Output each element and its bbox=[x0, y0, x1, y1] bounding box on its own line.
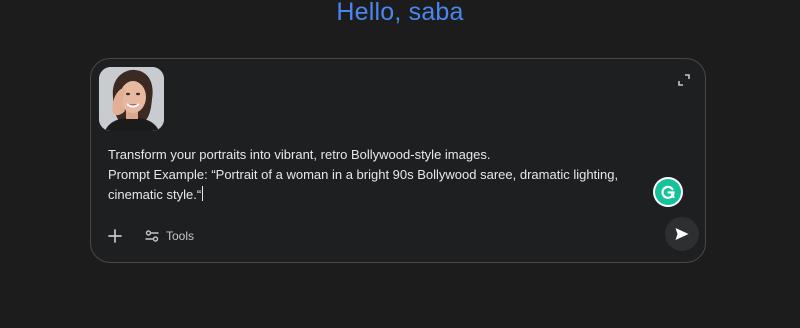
prompt-input[interactable]: Transform your portraits into vibrant, r… bbox=[108, 145, 648, 205]
tools-sliders-icon bbox=[145, 230, 159, 242]
tools-label: Tools bbox=[166, 229, 195, 243]
prompt-composer[interactable]: Transform your portraits into vibrant, r… bbox=[90, 58, 706, 263]
prompt-line-3: cinematic style.“ bbox=[108, 185, 648, 205]
greeting-title: Hello, saba bbox=[336, 0, 464, 26]
send-icon bbox=[675, 228, 689, 240]
composer-toolbar: Tools bbox=[91, 212, 705, 262]
tools-button[interactable]: Tools bbox=[145, 225, 194, 247]
grammarly-icon[interactable] bbox=[655, 179, 681, 205]
portrait-image bbox=[99, 67, 164, 131]
add-button[interactable] bbox=[105, 226, 125, 246]
text-caret bbox=[202, 186, 204, 201]
plus-icon bbox=[108, 229, 122, 243]
prompt-line-2: Prompt Example: “Portrait of a woman in … bbox=[108, 167, 619, 182]
prompt-line-1: Transform your portraits into vibrant, r… bbox=[108, 147, 491, 162]
expand-icon[interactable] bbox=[677, 73, 691, 87]
send-button[interactable] bbox=[665, 217, 699, 251]
grammarly-g-glyph bbox=[661, 185, 675, 199]
prompt-line-3-text: cinematic style.“ bbox=[108, 187, 202, 202]
attachment-thumbnail[interactable] bbox=[99, 67, 164, 131]
